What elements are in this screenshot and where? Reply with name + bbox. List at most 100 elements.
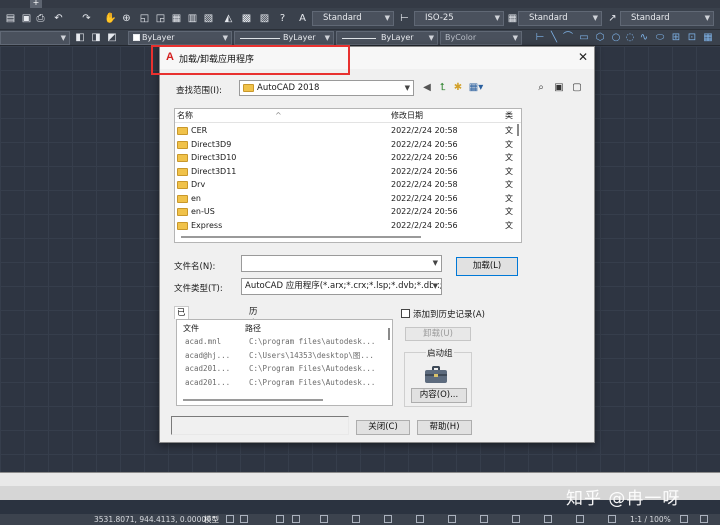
layer-combo[interactable]: ▼ [0,31,70,45]
add-history-checkbox[interactable] [401,309,410,318]
rectangle-icon[interactable]: ▭ [578,32,590,44]
find-file-icon[interactable]: ▣ [553,81,565,94]
transparency-icon[interactable] [416,515,424,523]
arc-icon[interactable]: ⌒ [562,32,574,44]
zoom-window-icon[interactable]: ◱ [138,12,151,25]
loaded-hscroll-thumb[interactable] [183,399,323,401]
selection-cycling-icon[interactable] [448,515,456,523]
contents-button[interactable]: 内容(O)... [411,388,467,403]
help-button[interactable]: 帮助(H) [417,420,472,435]
units-icon[interactable] [608,515,616,523]
layer-state-icon[interactable]: ◩ [106,32,118,44]
dim-style-combo[interactable]: ISO-25 ▼ [414,11,504,26]
column-modified[interactable]: 修改日期 [391,109,423,123]
file-list-row[interactable]: en-US 2022/2/24 20:56 文 [175,205,521,219]
column-name[interactable]: 名称 [177,109,193,123]
spline-icon[interactable]: ∿ [638,32,650,44]
view-menu-icon[interactable]: ▦▾ [467,81,485,94]
tab-history-list[interactable]: 历史记录列表 [247,306,260,377]
back-icon[interactable]: ◀ [421,81,433,94]
loaded-app-row[interactable]: acad@hj... C:\Users\14353\desktop\图... [177,349,392,363]
hardware-accel-icon[interactable] [576,515,584,523]
zoom-icon[interactable]: ⊕ [120,12,133,25]
linetype-combo[interactable]: ByLayer ▼ [234,31,334,45]
new-folder-icon[interactable]: ✱ [452,81,464,94]
color-combo[interactable]: ByLayer ▼ [128,31,232,45]
close-icon[interactable]: ✕ [578,50,588,64]
hscroll-thumb[interactable] [181,236,421,238]
make-block-icon[interactable]: ⊡ [686,32,698,44]
redo-icon[interactable]: ↷ [80,12,93,25]
file-list-vscrollbar[interactable] [515,109,521,229]
polar-icon[interactable] [292,515,300,523]
loaded-app-row[interactable]: acad.mnl C:\program files\autodesk... [177,335,392,349]
file-list-row[interactable]: Direct3D11 2022/2/24 20:56 文 [175,165,521,179]
ortho-icon[interactable] [276,515,284,523]
file-list-row[interactable]: en 2022/2/24 20:56 文 [175,192,521,206]
properties-icon[interactable]: ▦ [170,12,183,25]
column-file[interactable]: 文件 [183,323,199,334]
vscroll-thumb[interactable] [517,124,519,136]
file-list-row[interactable]: Direct3D10 2022/2/24 20:56 文 [175,151,521,165]
tool-palette-icon[interactable]: ▧ [202,12,215,25]
file-list-hscrollbar[interactable] [175,232,521,242]
filetype-combo[interactable]: AutoCAD 应用程序(*.arx;*.crx;*.lsp;*.dvb;*.d… [241,278,442,295]
fullscreen-icon[interactable] [700,515,708,523]
model-space-button[interactable]: 模型 [204,514,219,525]
loaded-app-row[interactable]: acad201... C:\Program Files\Autodesk... [177,362,392,376]
workspace-icon[interactable] [512,515,520,523]
column-type[interactable]: 类 [505,109,513,123]
dialog-titlebar[interactable]: A 加载/卸载应用程序 ✕ [160,47,594,69]
new-tab-button[interactable]: + [30,0,42,8]
print-icon[interactable]: ⎙ [34,12,47,25]
otrack-icon[interactable] [352,515,360,523]
markup-icon[interactable]: ◭ [222,12,235,25]
column-path[interactable]: 路径 [245,323,261,334]
file-list-row[interactable]: Direct3D9 2022/2/24 20:56 文 [175,138,521,152]
insert-block-icon[interactable]: ⊞ [670,32,682,44]
table-style-combo[interactable]: Standard ▼ [518,11,602,26]
lookin-combo[interactable]: AutoCAD 2018 ▼ [239,80,414,96]
search-icon[interactable]: ⌕ [535,81,547,94]
polygon-icon[interactable]: ⬡ [594,32,606,44]
tab-loaded-apps[interactable]: 已加载的应用程序 [174,306,189,402]
desktop-icon[interactable]: ▢ [571,81,583,94]
help-icon[interactable]: ? [276,12,289,25]
lineweight-toggle-icon[interactable] [384,515,392,523]
line-icon[interactable]: ⊢ [534,32,546,44]
loaded-apps-list[interactable]: 文件 路径 acad.mnl C:\program files\autodesk.… [176,319,393,406]
snap-icon[interactable] [240,515,248,523]
design-center-icon[interactable]: ▥ [186,12,199,25]
file-list[interactable]: ^ 名称 修改日期 类 CER 2022/2/24 20:58 文 Direct3D9… [174,108,522,243]
customize-icon[interactable] [680,515,688,523]
pan-icon[interactable]: ✋ [104,12,117,25]
loaded-app-row[interactable]: acad201... C:\Program Files\Autodesk... [177,376,392,390]
file-list-row[interactable]: Drv 2022/2/24 20:58 文 [175,178,521,192]
hatch-icon[interactable]: ▦ [702,32,714,44]
zoom-previous-icon[interactable]: ◲ [154,12,167,25]
grid-icon[interactable] [226,515,234,523]
up-folder-icon[interactable]: ⮤ [437,81,449,94]
cloud-icon[interactable]: ◌ [624,32,636,44]
mleader-style-combo[interactable]: Standard ▼ [620,11,714,26]
layer-icon[interactable]: ▤ [4,12,17,25]
filename-input[interactable]: ▼ [241,255,442,272]
circle-icon[interactable]: ○ [610,32,622,44]
file-list-row[interactable]: CER 2022/2/24 20:58 文 [175,124,521,138]
annotation-icon[interactable] [480,515,488,523]
unload-button[interactable]: 卸载(U) [405,327,471,341]
isolate-icon[interactable] [544,515,552,523]
text-style-combo[interactable]: Standard ▼ [312,11,394,26]
file-list-row[interactable]: Express 2022/2/24 20:56 文 [175,219,521,233]
polyline-icon[interactable]: ╲ [548,32,560,44]
save-icon[interactable]: ▣ [20,12,33,25]
calculator-icon[interactable]: ▩ [240,12,253,25]
annotation-scale[interactable]: 1:1 / 100% [630,514,671,525]
load-button[interactable]: 加载(L) [456,257,518,276]
sheet-set-icon[interactable]: ▨ [258,12,271,25]
osnap-icon[interactable] [320,515,328,523]
match-layer-icon[interactable]: ◨ [90,32,102,44]
ellipse-icon[interactable]: ⬭ [654,32,666,44]
loaded-vscroll-thumb[interactable] [388,328,390,340]
close-button[interactable]: 关闭(C) [356,420,410,435]
